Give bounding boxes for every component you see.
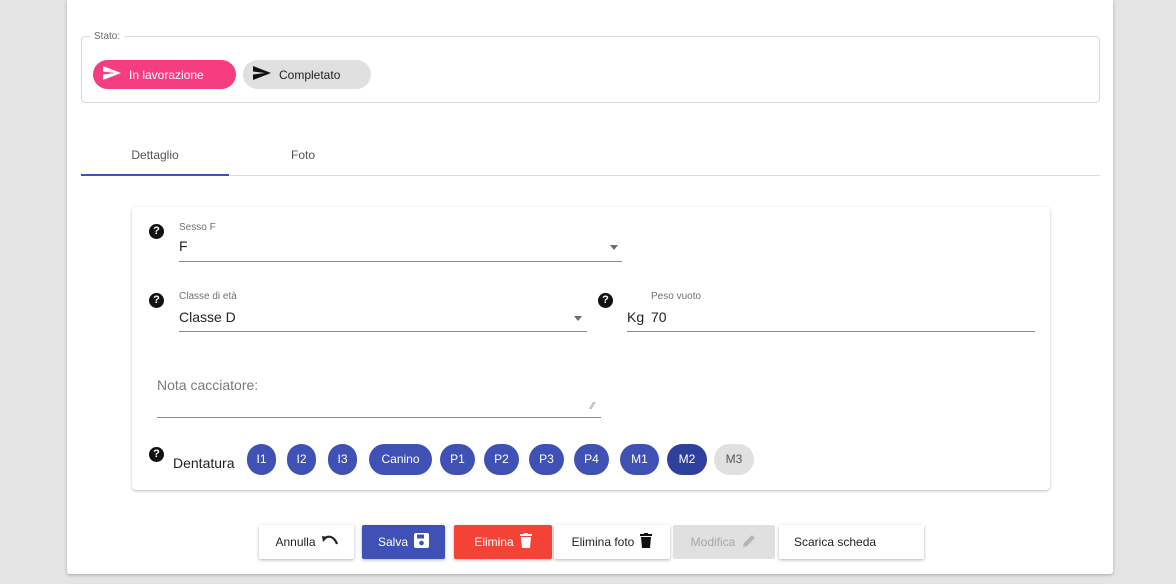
nota-textarea[interactable]: Nota cacciatore: ⁄⁄ <box>157 372 601 418</box>
status-chip-label: Completato <box>279 67 341 82</box>
scarica-scheda-button[interactable]: Scarica scheda <box>779 525 924 559</box>
annulla-button[interactable]: Annulla <box>259 525 354 559</box>
sesso-value: F <box>179 238 188 254</box>
peso-label: Peso vuoto <box>651 291 702 302</box>
tab-bar: Dettaglio Foto <box>81 137 1100 176</box>
peso-input[interactable]: Kg 70 <box>627 304 1035 332</box>
tooth-chip-p3[interactable]: P3 <box>529 444 564 475</box>
sesso-label: Sesso F <box>179 222 216 233</box>
chevron-down-icon <box>610 245 618 250</box>
status-chip-completato[interactable]: Completato <box>243 60 371 89</box>
elimina-button[interactable]: Elimina <box>454 525 552 559</box>
status-fieldset: Stato: In lavorazione Completato <box>81 31 1100 103</box>
send-icon <box>103 66 129 83</box>
peso-value: 70 <box>651 309 667 325</box>
elimina-label: Elimina <box>474 535 514 549</box>
undo-icon <box>316 535 338 550</box>
tooth-chip-i3[interactable]: I3 <box>328 444 357 475</box>
elimina-foto-label: Elimina foto <box>571 535 635 549</box>
tab-indicator <box>81 174 229 176</box>
dentatura-label: Dentatura <box>173 455 235 471</box>
trash-icon <box>514 533 532 551</box>
modifica-label: Modifica <box>690 535 736 549</box>
pencil-icon <box>735 533 757 552</box>
floppy-disk-icon <box>408 533 430 551</box>
help-icon[interactable]: ? <box>598 293 613 308</box>
main-card: Stato: In lavorazione Completato Dettagl… <box>67 0 1113 574</box>
tooth-chip-m2[interactable]: M2 <box>667 444 707 475</box>
chevron-down-icon <box>574 316 582 321</box>
modifica-button[interactable]: Modifica <box>673 525 775 559</box>
tab-dettaglio[interactable]: Dettaglio <box>81 137 229 175</box>
classe-select[interactable]: Classe D <box>179 304 587 332</box>
status-chip-label: In lavorazione <box>129 67 204 82</box>
status-legend: Stato: <box>90 31 125 42</box>
help-icon[interactable]: ? <box>149 224 164 239</box>
tooth-chip-i2[interactable]: I2 <box>287 444 316 475</box>
tooth-chip-p1[interactable]: P1 <box>440 444 475 475</box>
sesso-select[interactable]: F <box>179 235 622 263</box>
classe-underline <box>179 331 587 332</box>
status-chip-in-lavorazione[interactable]: In lavorazione <box>93 60 236 89</box>
salva-label: Salva <box>377 535 409 549</box>
elimina-foto-button[interactable]: Elimina foto <box>554 525 670 559</box>
tooth-chip-p4[interactable]: P4 <box>574 444 609 475</box>
scarica-label: Scarica scheda <box>794 535 877 549</box>
peso-underline <box>627 331 1035 332</box>
sesso-underline <box>179 261 622 262</box>
tab-foto[interactable]: Foto <box>229 137 377 175</box>
salva-button[interactable]: Salva <box>362 525 445 559</box>
trash-icon <box>634 533 653 551</box>
annulla-label: Annulla <box>275 535 316 549</box>
tooth-chip-canino[interactable]: Canino <box>369 444 432 475</box>
help-icon[interactable]: ? <box>149 293 164 308</box>
tooth-chip-i1[interactable]: I1 <box>247 444 276 475</box>
tooth-chip-m1[interactable]: M1 <box>620 444 659 475</box>
tooth-chip-p2[interactable]: P2 <box>484 444 519 475</box>
classe-label: Classe di età <box>179 291 237 302</box>
tooth-chip-m3[interactable]: M3 <box>714 444 754 475</box>
resize-handle-icon[interactable]: ⁄⁄ <box>591 401 594 412</box>
nota-placeholder: Nota cacciatore: <box>157 377 259 393</box>
classe-value: Classe D <box>179 309 236 325</box>
peso-unit: Kg <box>627 309 645 325</box>
send-icon <box>253 66 279 83</box>
help-icon[interactable]: ? <box>149 447 164 462</box>
nota-underline <box>157 417 601 418</box>
